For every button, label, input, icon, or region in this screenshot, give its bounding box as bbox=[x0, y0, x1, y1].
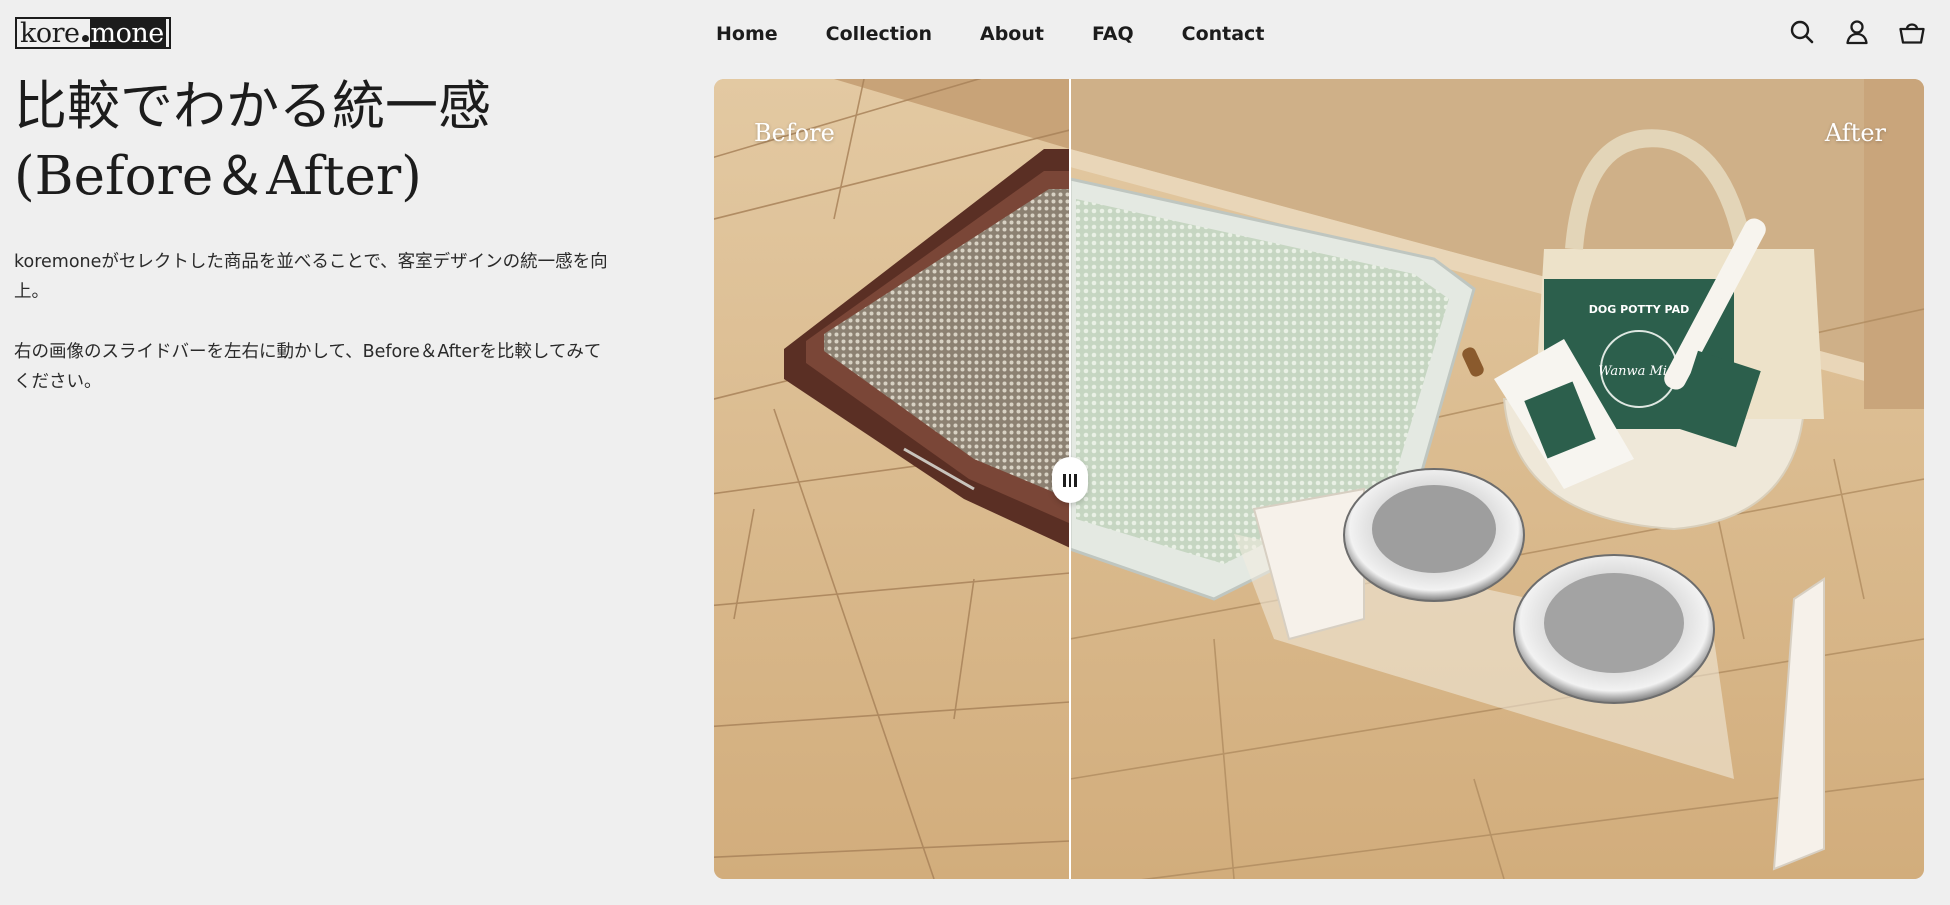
grip-line bbox=[1063, 473, 1066, 487]
after-image: DOG POTTY PAD Wanwa Mia! bbox=[1070, 79, 1924, 879]
account-icon[interactable] bbox=[1843, 18, 1871, 46]
before-after-slider[interactable]: DOG POTTY PAD Wanwa Mia! Before After bbox=[714, 79, 1924, 879]
nav-contact[interactable]: Contact bbox=[1182, 20, 1265, 48]
brand-logo[interactable]: kore mone bbox=[15, 17, 171, 49]
grip-line bbox=[1068, 473, 1072, 487]
logo-dot bbox=[81, 34, 89, 42]
nav-about[interactable]: About bbox=[980, 20, 1044, 48]
grip-line bbox=[1074, 473, 1077, 487]
comparison-image: DOG POTTY PAD Wanwa Mia! bbox=[714, 79, 1924, 879]
after-label: After bbox=[1824, 119, 1886, 147]
slider-handle[interactable] bbox=[1052, 457, 1088, 503]
intro-section: 比較でわかる統一感 (Before＆After) koremoneがセレクトした… bbox=[14, 72, 624, 397]
cart-icon[interactable] bbox=[1898, 18, 1926, 46]
header-actions bbox=[1788, 18, 1926, 46]
intro-paragraph: koremoneがセレクトした商品を並べることで、客室デザインの統一感を向上。 bbox=[14, 252, 608, 302]
logo-text-inverted: mone bbox=[89, 17, 166, 49]
site-header: kore mone Home Collection About FAQ Conta… bbox=[0, 0, 1950, 68]
section-title: 比較でわかる統一感 (Before＆After) bbox=[14, 72, 624, 212]
title-line-1: 比較でわかる統一感 bbox=[14, 76, 491, 137]
search-icon[interactable] bbox=[1788, 18, 1816, 46]
before-label: Before bbox=[754, 119, 835, 147]
package-label: DOG POTTY PAD bbox=[1589, 303, 1690, 316]
instruction-paragraph: 右の画像のスライドバーを左右に動かして、Before＆Afterを比較してみてく… bbox=[14, 342, 602, 392]
title-line-2: (Before＆After) bbox=[14, 146, 422, 207]
logo-text-primary: kore bbox=[20, 17, 80, 49]
nav-faq[interactable]: FAQ bbox=[1092, 20, 1134, 48]
main-nav: Home Collection About FAQ Contact bbox=[716, 20, 1312, 48]
nav-collection[interactable]: Collection bbox=[826, 20, 932, 48]
nav-home[interactable]: Home bbox=[716, 20, 778, 48]
